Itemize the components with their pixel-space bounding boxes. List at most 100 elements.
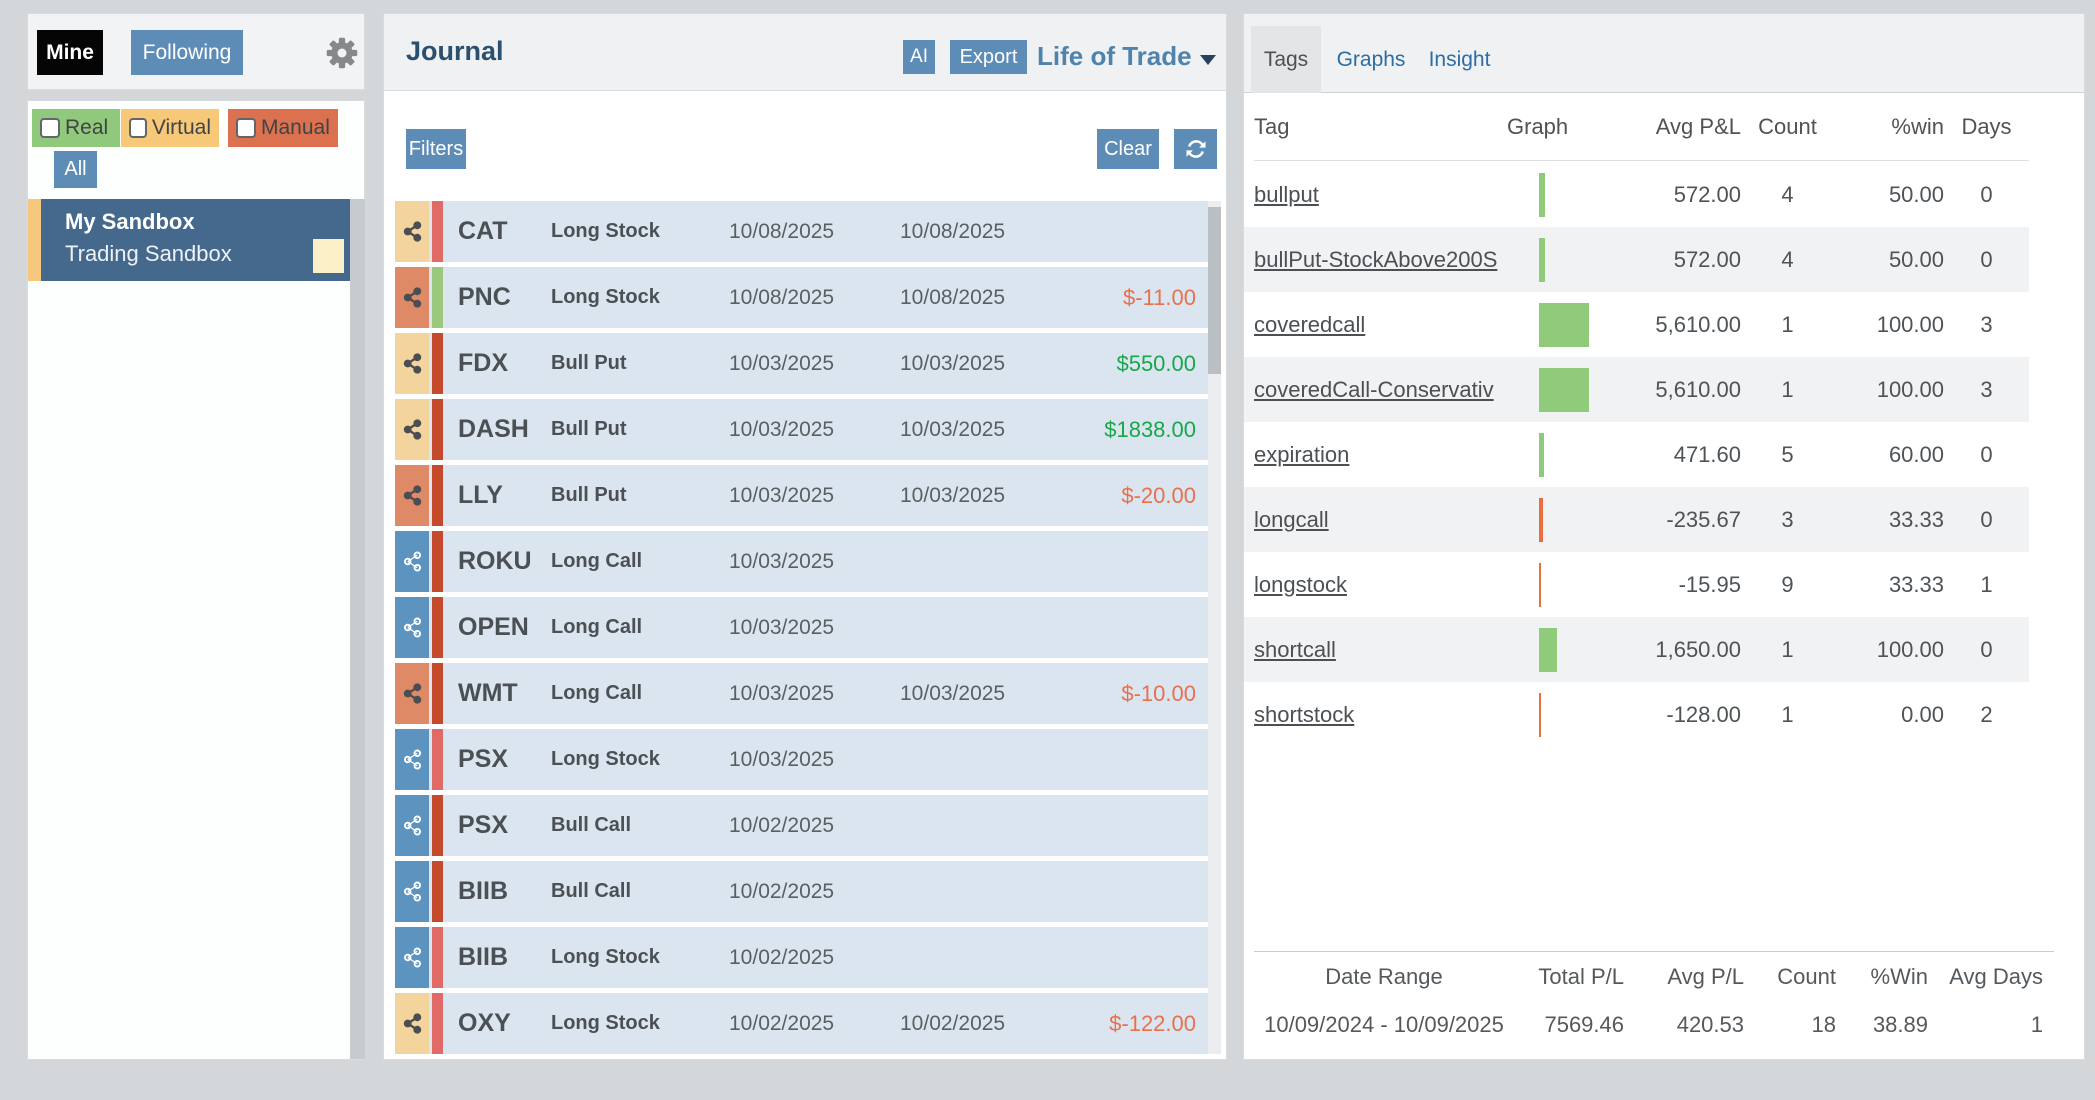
trade-row[interactable]: DASHBull Put10/03/202510/03/2025$1838.00 [395, 399, 1208, 460]
trade-status-bar [432, 861, 443, 922]
share-icon [401, 880, 424, 903]
summary-col-win: %Win [1836, 964, 1928, 990]
tag-link[interactable]: coveredcall [1254, 312, 1539, 338]
summary-avg-days: 1 [1928, 1012, 2043, 1038]
journal-panel: Journal AI Export Life of Trade Filters … [383, 13, 1227, 1060]
tag-link[interactable]: shortstock [1254, 702, 1539, 728]
checkbox-unchecked[interactable] [40, 118, 60, 138]
trade-pnl: $-122.00 [1109, 1011, 1196, 1037]
tab-graphs[interactable]: Graphs [1336, 26, 1406, 93]
trade-row[interactable]: LLYBull Put10/03/202510/03/2025$-20.00 [395, 465, 1208, 526]
share-button[interactable] [395, 927, 429, 988]
share-button[interactable] [395, 729, 429, 790]
tag-avg-pnl: 471.60 [1589, 442, 1741, 468]
trade-strategy: Long Call [551, 550, 729, 573]
share-button[interactable] [395, 531, 429, 592]
refresh-button[interactable] [1174, 129, 1217, 169]
share-button[interactable] [395, 201, 429, 262]
tab-mine[interactable]: Mine [37, 30, 103, 75]
trade-pnl: $-10.00 [1121, 681, 1196, 707]
tag-link[interactable]: shortcall [1254, 637, 1539, 663]
share-button[interactable] [395, 993, 429, 1054]
trade-close-date: 10/08/2025 [900, 220, 1196, 244]
trade-row[interactable]: FDXBull Put10/03/202510/03/2025$550.00 [395, 333, 1208, 394]
filter-chip-virtual[interactable]: Virtual [121, 109, 219, 147]
trade-row-body[interactable]: PSXBull Call10/02/2025 [429, 795, 1208, 856]
share-button[interactable] [395, 861, 429, 922]
sidebar-scrollbar[interactable] [350, 199, 365, 1059]
trade-status-bar [432, 201, 443, 262]
share-button[interactable] [395, 267, 429, 328]
trade-row-body[interactable]: WMTLong Call10/03/202510/03/2025$-10.00 [429, 663, 1208, 724]
trade-row-body[interactable]: PNCLong Stock10/08/202510/08/2025$-11.00 [429, 267, 1208, 328]
trade-row-body[interactable]: BIIBBull Call10/02/2025 [429, 861, 1208, 922]
filter-chip-manual[interactable]: Manual [228, 109, 338, 147]
journal-scrollbar-thumb[interactable] [1208, 207, 1221, 374]
checkbox-unchecked[interactable] [236, 118, 256, 138]
tag-avg-pnl: 1,650.00 [1589, 637, 1741, 663]
share-button[interactable] [395, 399, 429, 460]
tag-link[interactable]: expiration [1254, 442, 1539, 468]
trade-open-date: 10/03/2025 [729, 616, 900, 640]
trade-row-body[interactable]: CATLong Stock10/08/202510/08/2025 [429, 201, 1208, 262]
trade-row-body[interactable]: OXYLong Stock10/02/202510/02/2025$-122.0… [429, 993, 1208, 1054]
share-icon [401, 352, 424, 375]
trade-row[interactable]: BIIBLong Stock10/02/2025 [395, 927, 1208, 988]
trade-row-body[interactable]: FDXBull Put10/03/202510/03/2025$550.00 [429, 333, 1208, 394]
share-button[interactable] [395, 597, 429, 658]
tag-link[interactable]: longstock [1254, 572, 1539, 598]
trade-row[interactable]: PSXLong Stock10/03/2025 [395, 729, 1208, 790]
trade-row[interactable]: CATLong Stock10/08/202510/08/2025 [395, 201, 1208, 262]
trade-row[interactable]: OXYLong Stock10/02/202510/02/2025$-122.0… [395, 993, 1208, 1054]
share-icon [401, 286, 424, 309]
trade-row[interactable]: BIIBBull Call10/02/2025 [395, 861, 1208, 922]
filter-all-button[interactable]: All [54, 151, 97, 188]
ai-button[interactable]: AI [903, 40, 935, 74]
trade-status-bar [432, 729, 443, 790]
trade-row-body[interactable]: BIIBLong Stock10/02/2025 [429, 927, 1208, 988]
share-button[interactable] [395, 795, 429, 856]
sidebar-item-my-sandbox[interactable]: My Sandbox Trading Sandbox [28, 199, 350, 281]
tab-insight[interactable]: Insight [1422, 26, 1497, 93]
trade-row-body[interactable]: PSXLong Stock10/03/2025 [429, 729, 1208, 790]
filter-chip-label: Virtual [152, 116, 211, 140]
trade-row-body[interactable]: OPENLong Call10/03/2025 [429, 597, 1208, 658]
trade-close-date: 10/03/2025 [900, 418, 1104, 442]
filter-chip-real[interactable]: Real [32, 109, 120, 147]
trade-row[interactable]: WMTLong Call10/03/202510/03/2025$-10.00 [395, 663, 1208, 724]
share-button[interactable] [395, 465, 429, 526]
trade-row-body[interactable]: LLYBull Put10/03/202510/03/2025$-20.00 [429, 465, 1208, 526]
trade-row[interactable]: PNCLong Stock10/08/202510/08/2025$-11.00 [395, 267, 1208, 328]
trade-row[interactable]: OPENLong Call10/03/2025 [395, 597, 1208, 658]
checkbox-unchecked[interactable] [129, 118, 147, 138]
tag-avg-pnl: 572.00 [1589, 182, 1741, 208]
gear-icon[interactable] [324, 35, 360, 71]
trade-row[interactable]: ROKULong Call10/03/2025 [395, 531, 1208, 592]
tag-link[interactable]: bullput [1254, 182, 1539, 208]
trade-row[interactable]: PSXBull Call10/02/2025 [395, 795, 1208, 856]
view-selector-dropdown[interactable]: Life of Trade [1037, 41, 1216, 72]
tag-days: 0 [1944, 507, 2029, 533]
sandbox-badge [313, 239, 344, 273]
export-button[interactable]: Export [950, 40, 1027, 74]
share-button[interactable] [395, 333, 429, 394]
trade-status-bar [432, 663, 443, 724]
share-icon [401, 220, 424, 243]
summary-col-avg-pl: Avg P/L [1624, 964, 1744, 990]
tag-link[interactable]: longcall [1254, 507, 1539, 533]
clear-button[interactable]: Clear [1097, 129, 1159, 169]
filters-button[interactable]: Filters [406, 129, 466, 169]
tag-graph-bar [1539, 693, 1541, 737]
tag-link[interactable]: coveredCall-Conservativ [1254, 377, 1539, 403]
tab-tags[interactable]: Tags [1251, 26, 1321, 93]
tag-graph-cell [1539, 422, 1589, 487]
trade-close-date: 10/02/2025 [900, 1012, 1109, 1036]
tag-graph-cell [1539, 552, 1589, 617]
share-button[interactable] [395, 663, 429, 724]
share-icon [401, 418, 424, 441]
trade-row-body[interactable]: ROKULong Call10/03/2025 [429, 531, 1208, 592]
tab-following[interactable]: Following [131, 30, 243, 75]
tag-win-pct: 100.00 [1834, 377, 1944, 403]
tag-link[interactable]: bullPut-StockAbove200S [1254, 247, 1539, 273]
trade-row-body[interactable]: DASHBull Put10/03/202510/03/2025$1838.00 [429, 399, 1208, 460]
